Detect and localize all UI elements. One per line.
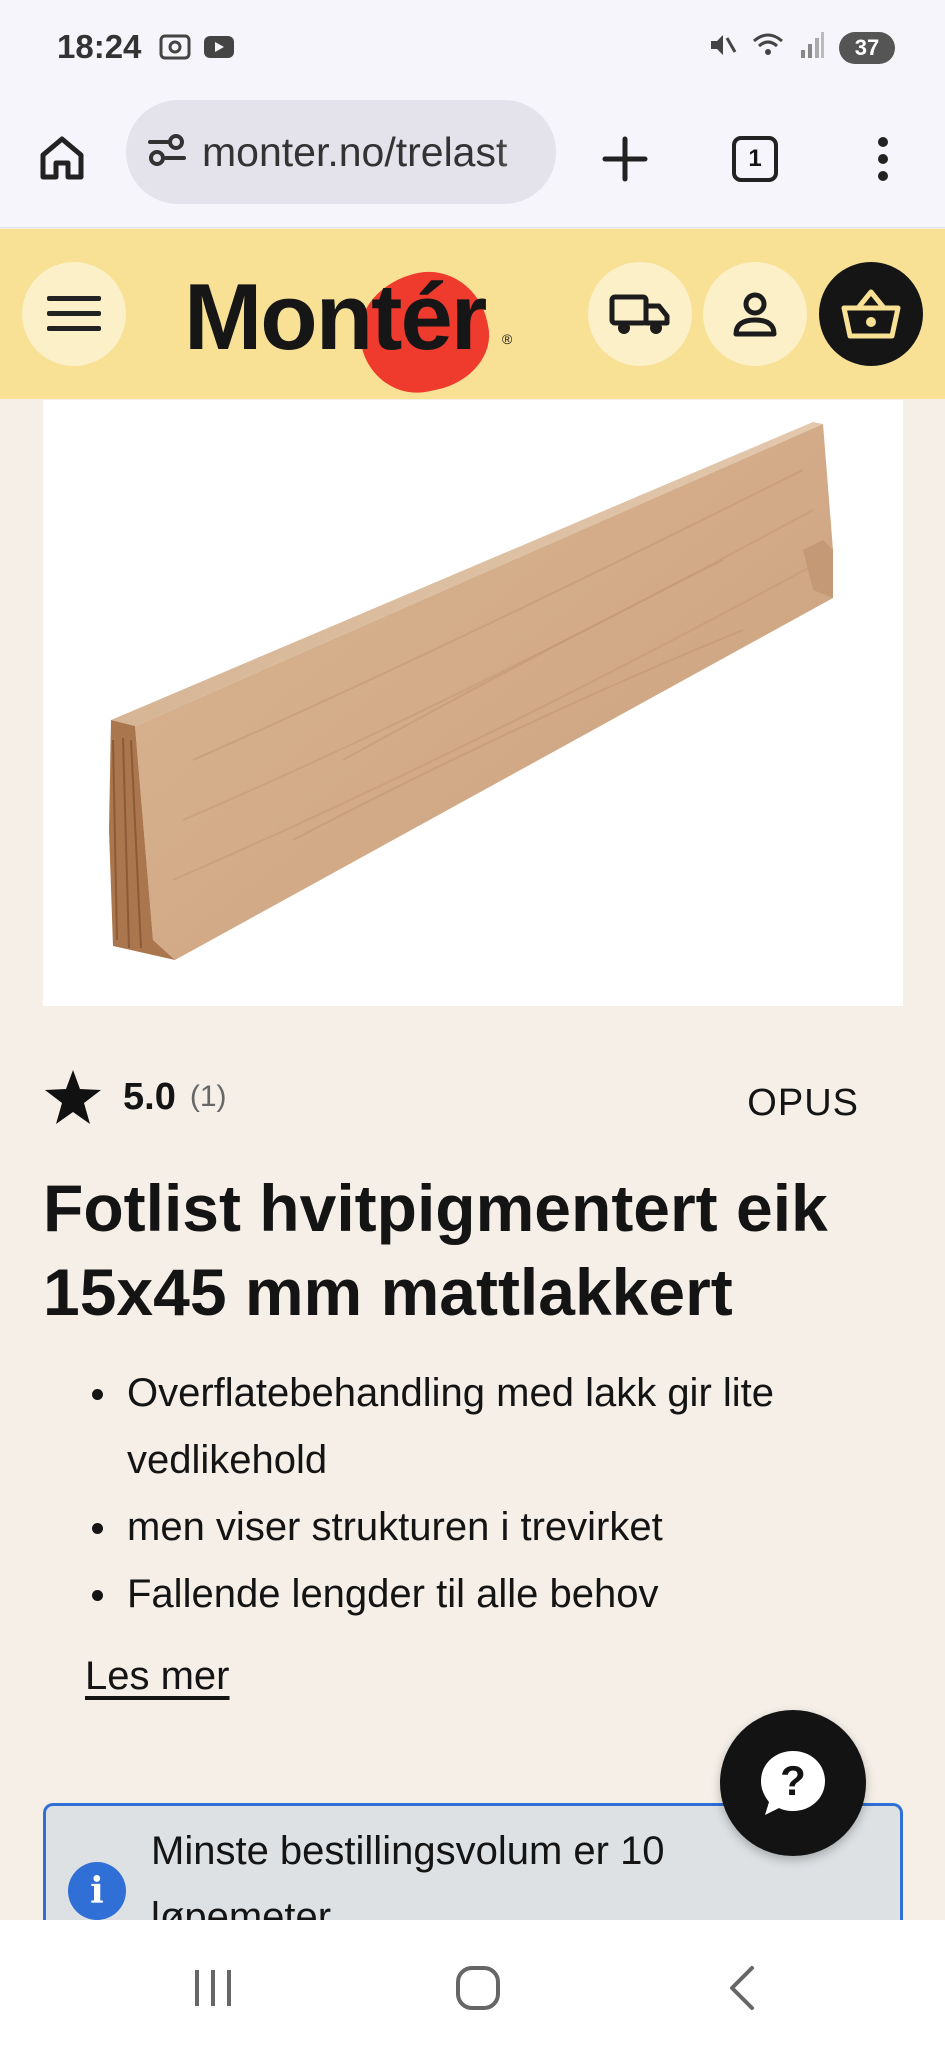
product-highlights: Overflatebehandling med lakk gir lite ve…: [90, 1360, 900, 1628]
clock: 18:24: [57, 28, 142, 65]
info-icon: i: [68, 1862, 126, 1920]
product-image[interactable]: [43, 400, 903, 1006]
screenshot-icon: [158, 32, 192, 67]
rating-value: 5.0: [123, 1075, 176, 1118]
recent-apps-icon: [195, 1970, 231, 2006]
product-title: Fotlist hvitpigmentert eik 15x45 mm matt…: [43, 1171, 828, 1329]
browser-toolbar: monter.no/trelast 1: [0, 100, 945, 228]
back-button[interactable]: [712, 1958, 772, 2018]
new-tab-icon: [602, 136, 648, 182]
question-chat-icon: ?: [761, 1751, 825, 1815]
brand-name[interactable]: OPUS: [747, 1082, 859, 1125]
read-more-link[interactable]: Les mer: [85, 1654, 230, 1699]
help-button[interactable]: ?: [720, 1710, 866, 1856]
basket-button[interactable]: [819, 262, 923, 366]
product-rating[interactable]: 5.0 (1): [43, 1068, 227, 1126]
user-icon: [733, 292, 777, 337]
star-icon: [45, 1070, 101, 1124]
youtube-icon: [202, 32, 236, 67]
rating-count: (1): [189, 1080, 227, 1113]
menu-icon: [878, 137, 888, 181]
highlight-item: Fallende lengder til alle behov: [90, 1561, 900, 1628]
monter-logo[interactable]: Montér ®: [184, 255, 524, 404]
site-header: Montér ®: [0, 229, 945, 404]
home-icon: [40, 136, 84, 180]
battery-icon: 37: [839, 31, 895, 64]
account-button[interactable]: [703, 262, 807, 366]
address-bar[interactable]: monter.no/trelast: [126, 100, 556, 204]
home-button[interactable]: [34, 130, 90, 186]
url-text: monter.no/trelast: [202, 128, 508, 175]
delivery-truck-icon: [609, 294, 670, 334]
logo-registered-mark: ®: [502, 331, 513, 347]
home-nav-button[interactable]: [448, 1958, 508, 2018]
highlight-item: Overflatebehandling med lakk gir lite ve…: [90, 1360, 900, 1494]
delivery-button[interactable]: [588, 262, 692, 366]
browser-menu-button[interactable]: [848, 124, 918, 194]
logo-text: Montér: [184, 264, 487, 369]
svg-text:?: ?: [780, 1757, 806, 1804]
wifi-icon: [751, 30, 785, 65]
hamburger-menu-icon: [47, 296, 101, 331]
signal-icon: [799, 30, 825, 65]
mute-icon: [707, 30, 737, 65]
hamburger-menu-button[interactable]: [22, 262, 126, 366]
recent-apps-button[interactable]: [183, 1958, 243, 2018]
site-settings-icon[interactable]: [146, 129, 188, 176]
tabs-button[interactable]: 1: [720, 124, 790, 194]
back-icon: [730, 1966, 754, 2010]
home-nav-icon: [456, 1966, 500, 2010]
new-tab-button[interactable]: [590, 124, 660, 194]
system-navigation-bar: [0, 1920, 945, 2048]
status-bar: 18:24 37: [0, 0, 945, 100]
highlight-item: men viser strukturen i trevirket: [90, 1494, 900, 1561]
tabs-icon: 1: [732, 136, 778, 182]
shopping-basket-icon: [841, 289, 901, 339]
